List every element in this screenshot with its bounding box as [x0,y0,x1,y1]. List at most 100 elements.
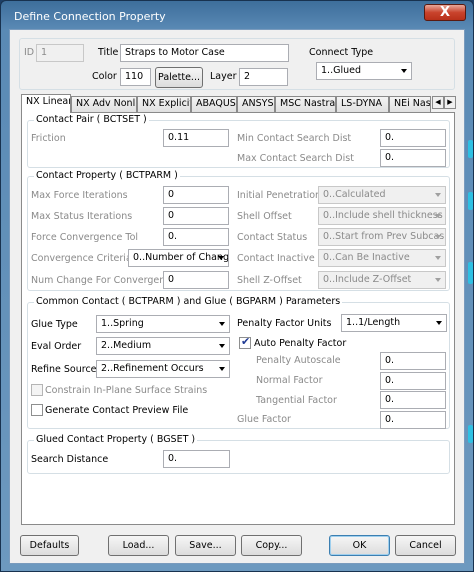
min-search-dist-field[interactable]: 0. [380,129,446,147]
tab-msc-nastran[interactable]: MSC Nastran [275,96,336,112]
tangential-factor-label: Tangential Factor [256,395,337,406]
glue-factor-field[interactable]: 0. [380,411,446,429]
penalty-autoscale-label: Penalty Autoscale [256,355,341,366]
shell-z-offset-select[interactable]: 0..Include Z-Offset [318,271,446,289]
title-label: Title [98,47,119,58]
search-distance-field[interactable]: 0. [163,450,230,468]
chevron-down-icon [218,256,224,260]
layer-field[interactable]: 2 [239,68,288,86]
glue-type-value: 1..Spring [101,318,144,329]
refine-source-label: Refine Source [31,364,97,375]
max-search-dist-field[interactable]: 0. [380,149,446,167]
background-edge [468,262,473,284]
color-label: Color [92,71,117,82]
chevron-down-icon [219,344,225,348]
auto-penalty-label: Auto Penalty Factor [254,338,347,349]
convergence-criteria-label: Convergence Criteria [31,253,132,264]
shell-offset-select[interactable]: 0..Include shell thickness [318,207,446,225]
contact-status-label: Contact Status [237,232,308,243]
search-distance-label: Search Distance [31,454,109,465]
tab-abaqus[interactable]: ABAQUS [191,96,237,112]
checkmark-icon: ✔ [241,335,251,348]
constrain-checkbox[interactable] [31,384,43,396]
normal-factor-label: Normal Factor [256,375,323,386]
max-status-iterations-field[interactable]: 0 [163,207,229,225]
chevron-down-icon [219,367,225,371]
save-button[interactable]: Save... [175,535,236,556]
num-change-label: Num Change For Convergence [31,275,177,286]
friction-field[interactable]: 0.11 [163,129,229,147]
contact-pair-title: Contact Pair ( BCTSET ) [34,114,149,126]
chevron-down-icon [401,69,407,73]
refine-source-select[interactable]: 2..Refinement Occurs [96,360,230,378]
refine-source-value: 2..Refinement Occurs [101,363,204,374]
penalty-units-value: 1..1/Length [346,317,401,328]
tab-nx-linear[interactable]: NX Linear [21,94,71,113]
force-convergence-field[interactable]: 0. [163,228,229,246]
common-contact-title: Common Contact ( BCTPARM ) and Glue ( BG… [34,296,343,308]
background-edge [468,192,473,210]
glued-contact-title: Glued Contact Property ( BGSET ) [34,434,198,446]
color-field[interactable]: 110 [120,68,151,86]
num-change-field[interactable]: 0 [163,271,229,289]
generate-preview-checkbox[interactable] [31,404,43,416]
penalty-autoscale-field[interactable]: 0. [380,352,446,370]
shell-z-offset-label: Shell Z-Offset [237,275,302,286]
contact-inactive-label: Contact Inactive [237,253,315,264]
cancel-button[interactable]: Cancel [395,535,456,556]
defaults-button[interactable]: Defaults [20,535,79,556]
copy-button[interactable]: Copy... [241,535,302,556]
chevron-down-icon [436,321,442,325]
id-field: 1 [36,44,84,62]
connect-type-label: Connect Type [309,47,374,58]
auto-penalty-checkbox[interactable]: ✔ [239,335,251,349]
contact-inactive-value: 0..Can Be Inactive [323,252,410,263]
background-edge [468,140,473,158]
glue-factor-label: Glue Factor [237,414,291,425]
chevron-down-icon [435,214,441,218]
tab-ls-dyna[interactable]: LS-DYNA [336,96,389,112]
convergence-criteria-select[interactable]: 0..Number of Chang [128,249,229,267]
eval-order-value: 2..Medium [101,340,152,351]
normal-factor-field[interactable]: 0. [380,372,446,390]
chevron-down-icon [435,256,441,260]
generate-preview-label: Generate Contact Preview File [45,405,189,416]
id-label: ID [24,47,35,58]
background-edge [468,425,473,443]
tab-ansys[interactable]: ANSYS [237,96,275,112]
window-title: Define Connection Property [14,10,166,23]
initial-penetration-select[interactable]: 0..Calculated [318,186,446,204]
convergence-criteria-value: 0..Number of Chang [133,252,229,263]
shell-z-offset-value: 0..Include Z-Offset [323,274,412,285]
initial-penetration-value: 0..Calculated [323,189,386,200]
chevron-down-icon [435,278,441,282]
layer-label: Layer [210,71,237,82]
eval-order-select[interactable]: 2..Medium [96,337,230,355]
tab-scroll-right-icon[interactable]: ▶ [444,96,456,109]
glue-type-select[interactable]: 1..Spring [96,315,230,333]
min-search-dist-label: Min Contact Search Dist [237,133,352,144]
palette-button[interactable]: Palette... [155,67,203,88]
contact-status-value: 0..Start from Prev Subcas [323,231,445,242]
connect-type-select[interactable]: 1..Glued [316,62,412,80]
constrain-label: Constrain In-Plane Surface Strains [45,385,208,396]
chevron-down-icon [435,235,441,239]
penalty-units-label: Penalty Factor Units [237,318,332,329]
ok-button[interactable]: OK [329,535,390,556]
tab-nx-adv-nonlin[interactable]: NX Adv Nonlin [71,96,137,112]
contact-status-select[interactable]: 0..Start from Prev Subcas [318,228,446,246]
tab-nei-nastran[interactable]: NEi Nastran [389,96,431,112]
tangential-factor-field[interactable]: 0. [380,391,446,409]
load-button[interactable]: Load... [108,535,169,556]
penalty-units-select[interactable]: 1..1/Length [341,314,447,332]
initial-penetration-label: Initial Penetration [237,190,322,201]
chevron-down-icon [219,322,225,326]
close-button[interactable]: X [424,4,466,21]
tab-scroll-left-icon[interactable]: ◀ [432,96,444,109]
contact-inactive-select[interactable]: 0..Can Be Inactive [318,249,446,267]
tab-nx-explicit[interactable]: NX Explicit [137,96,191,112]
max-force-iterations-field[interactable]: 0 [163,186,229,204]
chevron-down-icon [435,193,441,197]
connect-type-value: 1..Glued [321,65,361,76]
title-field[interactable]: Straps to Motor Case [120,44,289,62]
